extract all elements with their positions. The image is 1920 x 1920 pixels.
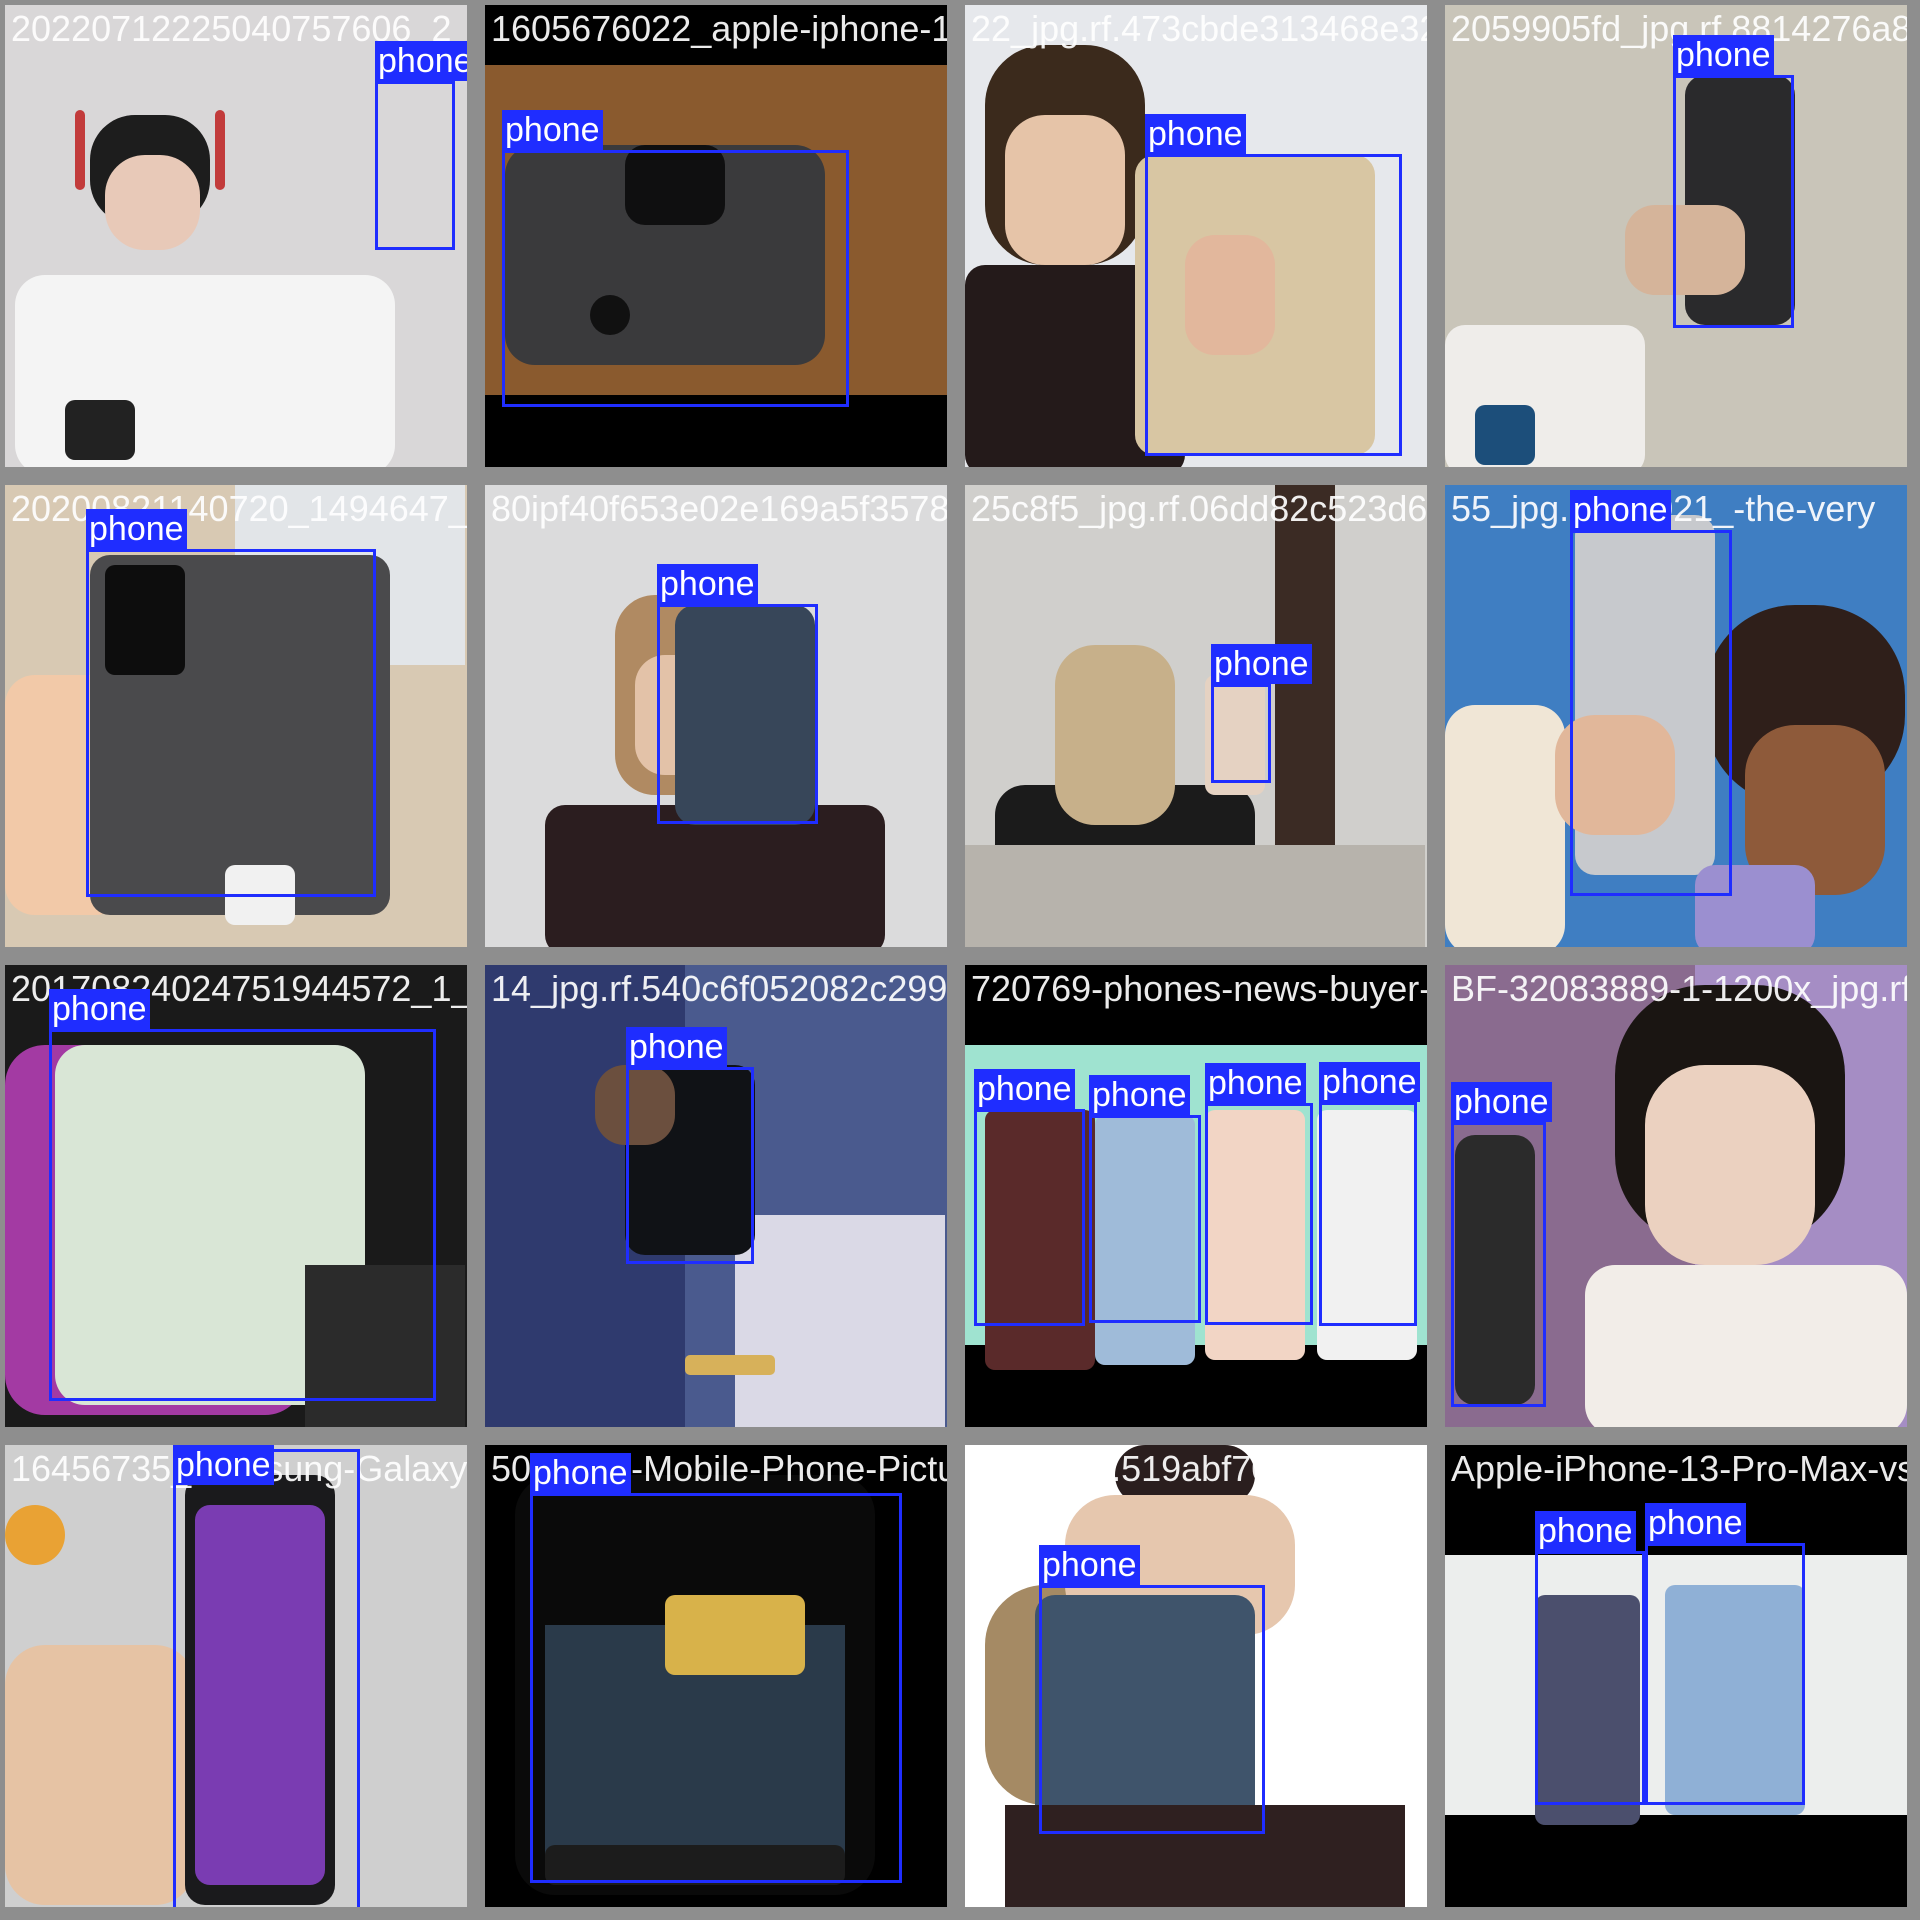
detection-box bbox=[1089, 1115, 1201, 1323]
detection-label: phone bbox=[1319, 1062, 1420, 1102]
photo-shape bbox=[5, 1505, 65, 1565]
detection-label: phone bbox=[1211, 644, 1312, 684]
photo-shape bbox=[105, 155, 200, 250]
detection-label: phone bbox=[1205, 1063, 1306, 1103]
detection-label: phone bbox=[375, 41, 467, 81]
photo-shape bbox=[215, 110, 225, 190]
detection-label: phone bbox=[530, 1453, 631, 1493]
tile-phone-in-dark-room: 14_jpg.rf.540c6f052082c2997fa3dphone bbox=[485, 965, 947, 1427]
photo-shape bbox=[965, 845, 1425, 947]
detection-label: phone bbox=[1645, 1503, 1746, 1543]
detection-box bbox=[1319, 1102, 1417, 1326]
tile-boy-holding-phone: 22_jpg.rf.473cbde313468e32003e99phone bbox=[965, 5, 1427, 467]
detection-label: phone bbox=[1089, 1075, 1190, 1115]
detection-box bbox=[1645, 1543, 1805, 1805]
detection-box bbox=[974, 1109, 1085, 1326]
detection-box bbox=[502, 150, 849, 407]
tile-hand-samsung-galaxy: 16456735_Samsung-Galaxy-A50phone bbox=[5, 1445, 467, 1907]
detection-label: phone bbox=[173, 1445, 274, 1485]
tile-woman-headphones: 20220712225040757606_2_png.jpg.rf.0022eb… bbox=[5, 5, 467, 467]
detection-box bbox=[657, 604, 818, 824]
detection-label: phone bbox=[502, 110, 603, 150]
detection-label: phone bbox=[1535, 1511, 1636, 1551]
detection-box bbox=[1039, 1585, 1265, 1834]
detection-box bbox=[375, 81, 455, 250]
tile-selfie-with-phone: 80ipf40f653e02e169a5f3578 phone bbox=[485, 485, 947, 947]
tile-man-with-phone: 55_jpg.rf.1-2021_-the-veryphone bbox=[1445, 485, 1907, 947]
tile-arm-holding-phone: 2059905fd_jpg.rf.8814276a81aephone bbox=[1445, 5, 1907, 467]
photo-shape bbox=[75, 110, 85, 190]
photo-shape bbox=[685, 1355, 775, 1375]
detection-label: phone bbox=[1451, 1082, 1552, 1122]
detection-box bbox=[1673, 75, 1794, 328]
tile-four-phones-lineup: 720769-phones-news-buyer-s-guide-best-sm… bbox=[965, 965, 1427, 1427]
photo-shape bbox=[1585, 1265, 1907, 1427]
detection-box bbox=[1145, 154, 1402, 456]
detection-box bbox=[1535, 1551, 1645, 1805]
detection-box bbox=[1451, 1122, 1546, 1407]
tile-two-phones-side-by-side: Apple-iPhone-13-Pro-Max-vs phone phone bbox=[1445, 1445, 1907, 1907]
photo-shape bbox=[1055, 645, 1175, 825]
photo-shape bbox=[735, 1215, 945, 1427]
tile-selfie-blue-phone: 18_jpg.rf.519abf7056f6725051 phone bbox=[965, 1445, 1427, 1907]
detection-label: phone bbox=[657, 564, 758, 604]
detection-label: phone bbox=[1673, 35, 1774, 75]
detection-box bbox=[86, 549, 376, 897]
photo-shape bbox=[545, 805, 885, 947]
detection-label: phone bbox=[86, 509, 187, 549]
detection-box bbox=[1570, 530, 1732, 896]
tile-iphone-on-table: 1605676022_apple-iphone-12-pro-max.jpgph… bbox=[485, 5, 947, 467]
photo-shape bbox=[1475, 405, 1535, 465]
mosaic-grid: 20220712225040757606_2_png.jpg.rf.0022eb… bbox=[0, 0, 1920, 1920]
photo-shape bbox=[1445, 705, 1565, 947]
tile-hand-holding-phone: 20200821140720_1494647_200.jpgphone bbox=[5, 485, 467, 947]
photo-shape bbox=[1005, 115, 1125, 265]
detection-label: phone bbox=[49, 989, 150, 1029]
detection-label: phone bbox=[1145, 114, 1246, 154]
detection-box bbox=[173, 1449, 360, 1907]
detection-box bbox=[626, 1067, 754, 1264]
photo-shape bbox=[485, 5, 947, 65]
photo-shape bbox=[65, 400, 135, 460]
detection-box bbox=[530, 1493, 902, 1883]
detection-box bbox=[1211, 684, 1271, 783]
detection-label: phone bbox=[626, 1027, 727, 1067]
photo-shape bbox=[1645, 1065, 1815, 1265]
tile-iphone-lockscreen: 50phone-Mobile-Phone-Picturesphone bbox=[485, 1445, 947, 1907]
photo-mirror-selfie bbox=[965, 485, 1427, 947]
detection-label: phone bbox=[1570, 490, 1671, 530]
detection-label: phone bbox=[974, 1069, 1075, 1109]
photo-shape bbox=[5, 1645, 195, 1905]
detection-label: phone bbox=[1039, 1545, 1140, 1585]
tile-phone-screen-pink: 20170824024751944572_1_jpg.rf.5phone bbox=[5, 965, 467, 1427]
tile-mirror-selfie: 25c8f5_jpg.rf.06dd82c523d6f phone bbox=[965, 485, 1427, 947]
detection-box bbox=[49, 1029, 436, 1401]
tile-woman-with-phone: BF-32083889-1-1200x_jpg.rf phone bbox=[1445, 965, 1907, 1427]
detection-box bbox=[1205, 1103, 1313, 1325]
